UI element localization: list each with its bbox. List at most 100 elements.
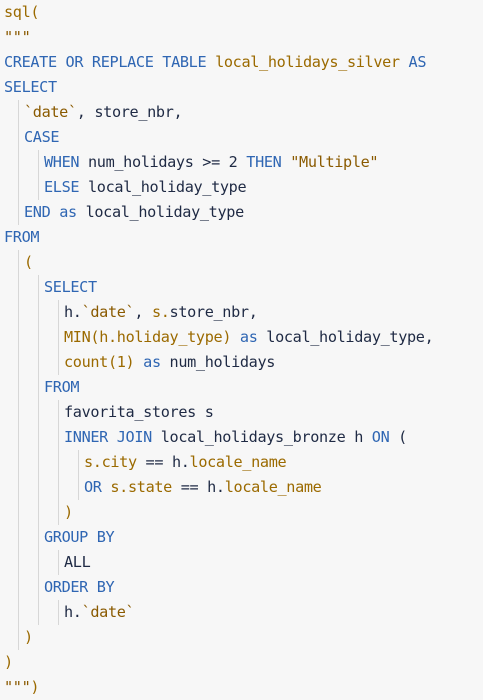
code-token: ( (24, 253, 33, 271)
code-line: """) (0, 675, 483, 700)
code-token: AS (408, 53, 427, 71)
code-token: ORDER BY (44, 578, 115, 596)
code-token: == (171, 478, 208, 496)
code-line: GROUP BY (0, 525, 483, 550)
indent-guide (58, 400, 59, 525)
code-line: ( (0, 250, 483, 275)
indent-guide (58, 600, 59, 625)
code-line: ) (0, 500, 483, 525)
code-token: SELECT (4, 78, 57, 96)
indent-guide (78, 450, 79, 500)
code-token: local_holidays_silver (215, 53, 400, 71)
code-token: h. (64, 603, 82, 621)
code-line: """ (0, 25, 483, 50)
code-line: FROM (0, 375, 483, 400)
code-line: h.`date` (0, 600, 483, 625)
code-token: store_nbr, (169, 303, 258, 321)
code-token: `date` (81, 303, 135, 321)
code-line: SELECT (0, 75, 483, 100)
code-token: CREATE OR REPLACE TABLE (4, 53, 207, 71)
code-token: == (136, 453, 172, 471)
code-line: ) (0, 650, 483, 675)
code-token: h. (207, 478, 225, 496)
code-token: """ (4, 28, 31, 46)
code-token: h. (171, 453, 190, 471)
code-token: locale_name (224, 478, 322, 496)
code-token: FROM (44, 378, 80, 396)
code-token: ) (30, 678, 40, 696)
indent-guide (18, 250, 19, 650)
code-token: ( (90, 328, 100, 346)
code-line: END as local_holiday_type (0, 200, 483, 225)
code-token: ON (371, 428, 390, 446)
code-token: GROUP BY (44, 528, 115, 546)
code-token: local_holidays_bronze h (151, 428, 372, 446)
code-line: count(1) as num_holidays (0, 350, 483, 375)
code-token: as (239, 328, 258, 346)
indent-guide (38, 150, 39, 200)
code-token: as (143, 353, 161, 371)
code-line: OR s.state == h.locale_name (0, 475, 483, 500)
indent-guide (58, 550, 59, 575)
code-token: ( (30, 3, 40, 21)
code-token: local_holiday_type, (257, 328, 434, 346)
code-token: local_holiday_type (76, 203, 245, 221)
code-line: `date`, store_nbr, (0, 100, 483, 125)
code-line: ALL (0, 550, 483, 575)
code-token: INNER JOIN (64, 428, 152, 446)
code-token: SELECT (44, 278, 97, 296)
code-line: SELECT (0, 275, 483, 300)
code-line: CASE (0, 125, 483, 150)
code-line: s.city == h.locale_name (0, 450, 483, 475)
code-line: favorita_stores s (0, 400, 483, 425)
code-token: CASE (24, 128, 60, 146)
code-token: favorita_stores s (64, 403, 214, 421)
code-editor[interactable]: sql(""" CREATE OR REPLACE TABLE local_hol… (0, 0, 483, 698)
code-token: WHEN (44, 153, 80, 171)
code-line: sql( (0, 0, 483, 25)
code-token: THEN (246, 153, 282, 171)
code-token: `date` (24, 103, 77, 121)
code-line: FROM (0, 225, 483, 250)
code-token: ) (24, 628, 33, 646)
code-line: ELSE local_holiday_type (0, 175, 483, 200)
code-token: , store_nbr, (76, 103, 183, 121)
code-token: ) (4, 653, 13, 671)
code-token: `date` (81, 603, 135, 621)
code-line: CREATE OR REPLACE TABLE local_holidays_s… (0, 50, 483, 75)
code-token: "Multiple" (290, 153, 379, 171)
code-token: num_holidays >= 2 (79, 153, 247, 171)
indent-guide (38, 275, 39, 625)
code-token: ) (64, 503, 73, 521)
code-token: OR (84, 478, 102, 496)
code-line: ) (0, 625, 483, 650)
code-line: h.`date`, s.store_nbr, (0, 300, 483, 325)
code-line: ORDER BY (0, 575, 483, 600)
code-token: s.state (110, 478, 172, 496)
code-line: WHEN num_holidays >= 2 THEN "Multiple" (0, 150, 483, 175)
code-token: num_holidays (160, 353, 276, 371)
code-token: ) (222, 328, 232, 346)
code-token: MIN (64, 328, 91, 346)
indent-guide (58, 300, 59, 375)
code-token: s. (151, 303, 170, 321)
code-token: s.city (84, 453, 137, 471)
code-token: locale_name (189, 453, 287, 471)
code-token: h.holiday_type (99, 328, 223, 346)
code-token: , (134, 303, 152, 321)
code-token: ALL (64, 553, 91, 571)
code-token: sql (4, 3, 31, 21)
code-token: count(1) (64, 353, 135, 371)
code-token: h. (64, 303, 82, 321)
code-token: END (24, 203, 51, 221)
code-token: ( (389, 428, 407, 446)
code-token: """ (4, 678, 31, 696)
code-token: as (59, 203, 77, 221)
code-line: MIN(h.holiday_type) as local_holiday_typ… (0, 325, 483, 350)
